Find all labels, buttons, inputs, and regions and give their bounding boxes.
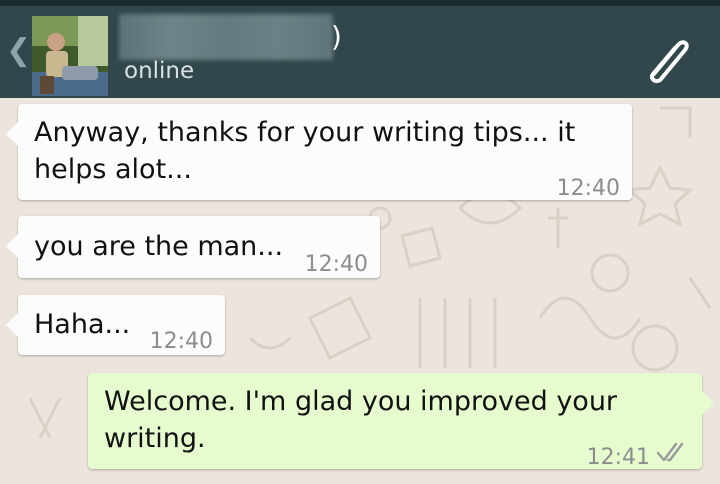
message-text-line: Anyway, thanks for your writing tips... … [34, 117, 576, 148]
contact-name-suffix: ) [331, 20, 342, 53]
contact-name-redacted[interactable] [119, 14, 333, 60]
message-text-line: writing. [104, 423, 206, 454]
message-text-line: Haha... [34, 309, 131, 340]
message-text-line: Welcome. I'm glad you improved your [104, 386, 618, 417]
message-timestamp: 12:40 [149, 329, 213, 354]
message-timestamp: 12:41 [586, 445, 650, 470]
message-bubble-outgoing[interactable]: Welcome. I'm glad you improved your writ… [88, 373, 714, 470]
message-text-line: helps alot... [34, 154, 192, 185]
avatar[interactable] [32, 16, 108, 96]
chat-header: ❮ ) online [0, 6, 720, 98]
chevron-left-icon[interactable]: ❮ [6, 36, 31, 66]
message-bubble-incoming[interactable]: you are the man... 12:40 [6, 216, 380, 278]
message-bubble-incoming[interactable]: Anyway, thanks for your writing tips... … [6, 104, 632, 201]
double-check-icon [656, 442, 684, 462]
message-text-line: you are the man... [34, 231, 284, 262]
conversation-area[interactable]: Anyway, thanks for your writing tips... … [0, 98, 720, 484]
message-bubble-incoming[interactable]: Haha... 12:40 [6, 295, 225, 355]
paperclip-icon[interactable] [634, 28, 694, 88]
message-timestamp: 12:40 [556, 176, 620, 201]
contact-status: online [124, 58, 195, 84]
message-timestamp: 12:40 [304, 252, 368, 277]
